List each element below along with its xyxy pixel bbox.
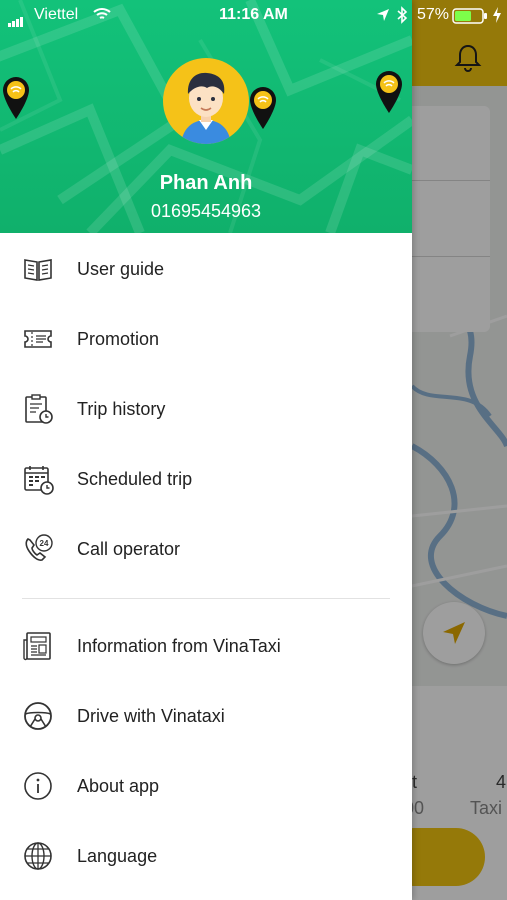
menu-label: Scheduled trip bbox=[77, 468, 193, 489]
menu-label: Language bbox=[77, 845, 158, 866]
map-pin-icon bbox=[250, 87, 276, 129]
menu-label: User guide bbox=[77, 258, 165, 279]
map-pin-icon bbox=[376, 71, 402, 113]
drawer-header: Phan Anh 01695454963 bbox=[0, 0, 412, 233]
location-arrow-icon bbox=[377, 9, 389, 21]
menu-label: Drive with Vinataxi bbox=[77, 705, 225, 726]
menu-item-drive-with-vinataxi[interactable]: Drive with Vinataxi bbox=[0, 681, 412, 751]
menu-label: About app bbox=[77, 775, 160, 796]
ticket-icon bbox=[24, 330, 52, 348]
info-icon bbox=[24, 772, 52, 800]
calendar-icon bbox=[24, 466, 54, 495]
menu-label: Trip history bbox=[77, 398, 166, 419]
menu-item-user-guide[interactable]: User guide bbox=[0, 234, 412, 304]
menu-label: Promotion bbox=[77, 328, 160, 349]
user-name: Phan Anh bbox=[159, 172, 253, 194]
map-pin-icon bbox=[3, 77, 29, 119]
menu-item-trip-history[interactable]: Trip history bbox=[0, 374, 412, 444]
avatar[interactable] bbox=[163, 58, 249, 144]
menu-item-scheduled-trip[interactable]: Scheduled trip bbox=[0, 444, 412, 514]
menu-item-information[interactable]: Information from VinaTaxi bbox=[0, 611, 412, 681]
steering-wheel-icon bbox=[24, 702, 52, 730]
phone-24-icon: 24 bbox=[25, 534, 53, 561]
svg-text:24: 24 bbox=[40, 539, 49, 548]
status-bar: Viettel 11:16 AM 57% bbox=[0, 0, 507, 34]
history-icon bbox=[25, 394, 53, 424]
charging-icon bbox=[493, 7, 501, 23]
menu-label: Information from VinaTaxi bbox=[77, 635, 281, 656]
user-phone: 01695454963 bbox=[150, 201, 262, 221]
menu-item-language[interactable]: Language bbox=[0, 821, 412, 891]
user-avatar-icon bbox=[181, 72, 231, 144]
globe-icon bbox=[24, 842, 52, 870]
book-icon bbox=[24, 259, 52, 281]
battery-percentage: 57% bbox=[417, 6, 450, 23]
menu-item-call-operator[interactable]: 24 Call operator bbox=[0, 514, 412, 584]
menu-label: Call operator bbox=[77, 538, 181, 559]
menu-divider bbox=[22, 598, 390, 599]
navigation-drawer: Phan Anh 01695454963 User guide Promotio… bbox=[0, 0, 412, 900]
bluetooth-icon bbox=[397, 6, 408, 24]
battery-icon bbox=[452, 8, 487, 24]
menu-item-about-app[interactable]: About app bbox=[0, 751, 412, 821]
menu-item-promotion[interactable]: Promotion bbox=[0, 304, 412, 374]
news-icon bbox=[23, 632, 51, 661]
